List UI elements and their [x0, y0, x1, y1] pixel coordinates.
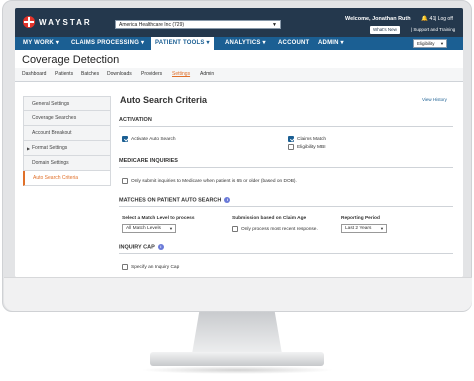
main-nav: MY WORK ▾ CLAIMS PROCESSING ▾ PATIENT TO…: [15, 37, 463, 50]
sidebar-item-coverage-searches[interactable]: Coverage Searches: [23, 111, 111, 126]
info-icon[interactable]: i: [224, 197, 231, 203]
checkbox-empty-icon: [122, 178, 128, 184]
chevron-down-icon: ▼: [169, 226, 173, 231]
settings-sidebar: General Settings Coverage Searches Accou…: [23, 96, 111, 186]
most-recent-response-checkbox[interactable]: Only process most recent response.: [232, 226, 318, 232]
sub-nav: Dashboard Patients Batches Downloads Pro…: [15, 68, 463, 82]
subnav-batches[interactable]: Batches: [81, 71, 99, 77]
notifications[interactable]: 🔔 41: [421, 16, 436, 22]
page-title: Coverage Detection: [22, 54, 120, 66]
chevron-down-icon: ▼: [380, 226, 384, 231]
bell-icon: 🔔: [421, 16, 428, 22]
nav-patient-tools[interactable]: PATIENT TOOLS ▾: [151, 37, 214, 50]
reporting-period-select[interactable]: Last 2 Years ▼: [341, 224, 387, 233]
nav-admin[interactable]: ADMIN ▾: [318, 37, 344, 50]
monitor-chin: [4, 277, 472, 311]
section-title: Auto Search Criteria: [120, 95, 208, 105]
subnav-dashboard[interactable]: Dashboard: [22, 71, 46, 77]
monitor-stand-base: [150, 352, 324, 366]
waystar-logo[interactable]: WAYSTAR: [23, 16, 92, 28]
top-bar: WAYSTAR America Healthcare Inc (729) ▼ W…: [15, 8, 463, 37]
checkbox-empty-icon: [288, 144, 294, 150]
inquiry-cap-header: INQUIRY CAP i: [119, 244, 453, 254]
eligibility-mbi-checkbox[interactable]: Eligibility MBI: [288, 144, 326, 150]
monitor-frame: WAYSTAR America Healthcare Inc (729) ▼ W…: [2, 0, 472, 312]
match-level-select[interactable]: All Match Levels ▼: [122, 224, 176, 233]
matches-header: MATCHES ON PATIENT AUTO SEARCH i: [119, 197, 453, 207]
reporting-period-label: Reporting Period: [341, 216, 380, 221]
sidebar-item-auto-search-criteria[interactable]: Auto Search Criteria: [23, 171, 111, 186]
subnav-patients[interactable]: Patients: [55, 71, 73, 77]
checkbox-empty-icon: [232, 226, 238, 232]
nav-my-work[interactable]: MY WORK ▾: [23, 37, 59, 50]
sidebar-item-account-breakout[interactable]: Account Breakout: [23, 126, 111, 141]
inquiry-cap-checkbox[interactable]: Specify an Inquiry Cap: [122, 264, 179, 270]
subnav-settings[interactable]: Settings: [172, 71, 190, 77]
nav-claims-processing[interactable]: CLAIMS PROCESSING ▾: [71, 37, 144, 50]
checkbox-checked-icon: [122, 136, 128, 142]
chevron-down-icon: ▼: [440, 41, 444, 46]
organization-select[interactable]: America Healthcare Inc (729) ▼: [115, 20, 281, 29]
support-link[interactable]: | Support and Training: [411, 27, 455, 32]
waystar-logo-icon: [23, 16, 35, 28]
view-history-link[interactable]: View History: [422, 97, 447, 102]
sidebar-item-domain-settings[interactable]: Domain Settings: [23, 156, 111, 171]
sidebar-item-general-settings[interactable]: General Settings: [23, 96, 111, 111]
subnav-admin[interactable]: Admin: [200, 71, 214, 77]
sidebar-item-format-settings[interactable]: ▶ Format Settings: [23, 141, 111, 156]
organization-value: America Healthcare Inc (729): [119, 22, 185, 28]
monitor-screen: WAYSTAR America Healthcare Inc (729) ▼ W…: [15, 8, 463, 278]
welcome-text: Welcome, Jonathan Ruth: [345, 16, 411, 22]
nav-account[interactable]: ACCOUNT: [278, 37, 309, 50]
whats-new-button[interactable]: What's New: [370, 26, 400, 34]
eligibility-select[interactable]: Eligibility ▼: [413, 39, 447, 48]
monitor-illustration: WAYSTAR America Healthcare Inc (729) ▼ W…: [0, 0, 474, 381]
medicare-inquiries-header: MEDICARE INQUIRIES: [119, 158, 453, 168]
info-icon[interactable]: i: [157, 244, 164, 250]
subnav-downloads[interactable]: Downloads: [107, 71, 132, 77]
checkbox-checked-icon: [288, 136, 294, 142]
subnav-providers[interactable]: Providers: [141, 71, 162, 77]
claim-age-label: Submission based on Claim Age: [232, 216, 307, 221]
nav-analytics[interactable]: ANALYTICS ▾: [225, 37, 266, 50]
chevron-down-icon: ▼: [272, 22, 277, 28]
activate-auto-search-checkbox[interactable]: Activate Auto Search: [122, 136, 176, 142]
caret-right-icon: ▶: [27, 146, 31, 151]
app-screen: WAYSTAR America Healthcare Inc (729) ▼ W…: [15, 8, 463, 278]
medicare-65-checkbox[interactable]: Only submit inquiries to Medicare when p…: [122, 178, 297, 184]
monitor-shadow: [140, 366, 334, 374]
checkbox-empty-icon: [122, 264, 128, 270]
logo-text: WAYSTAR: [39, 17, 92, 27]
claims-match-checkbox[interactable]: Claims Match: [288, 136, 326, 142]
monitor-stand-neck: [192, 312, 282, 354]
activation-header: ACTIVATION: [119, 117, 453, 127]
match-level-label: Select a Match Level to process: [122, 216, 195, 221]
logoff-link[interactable]: | Log off: [435, 16, 453, 22]
